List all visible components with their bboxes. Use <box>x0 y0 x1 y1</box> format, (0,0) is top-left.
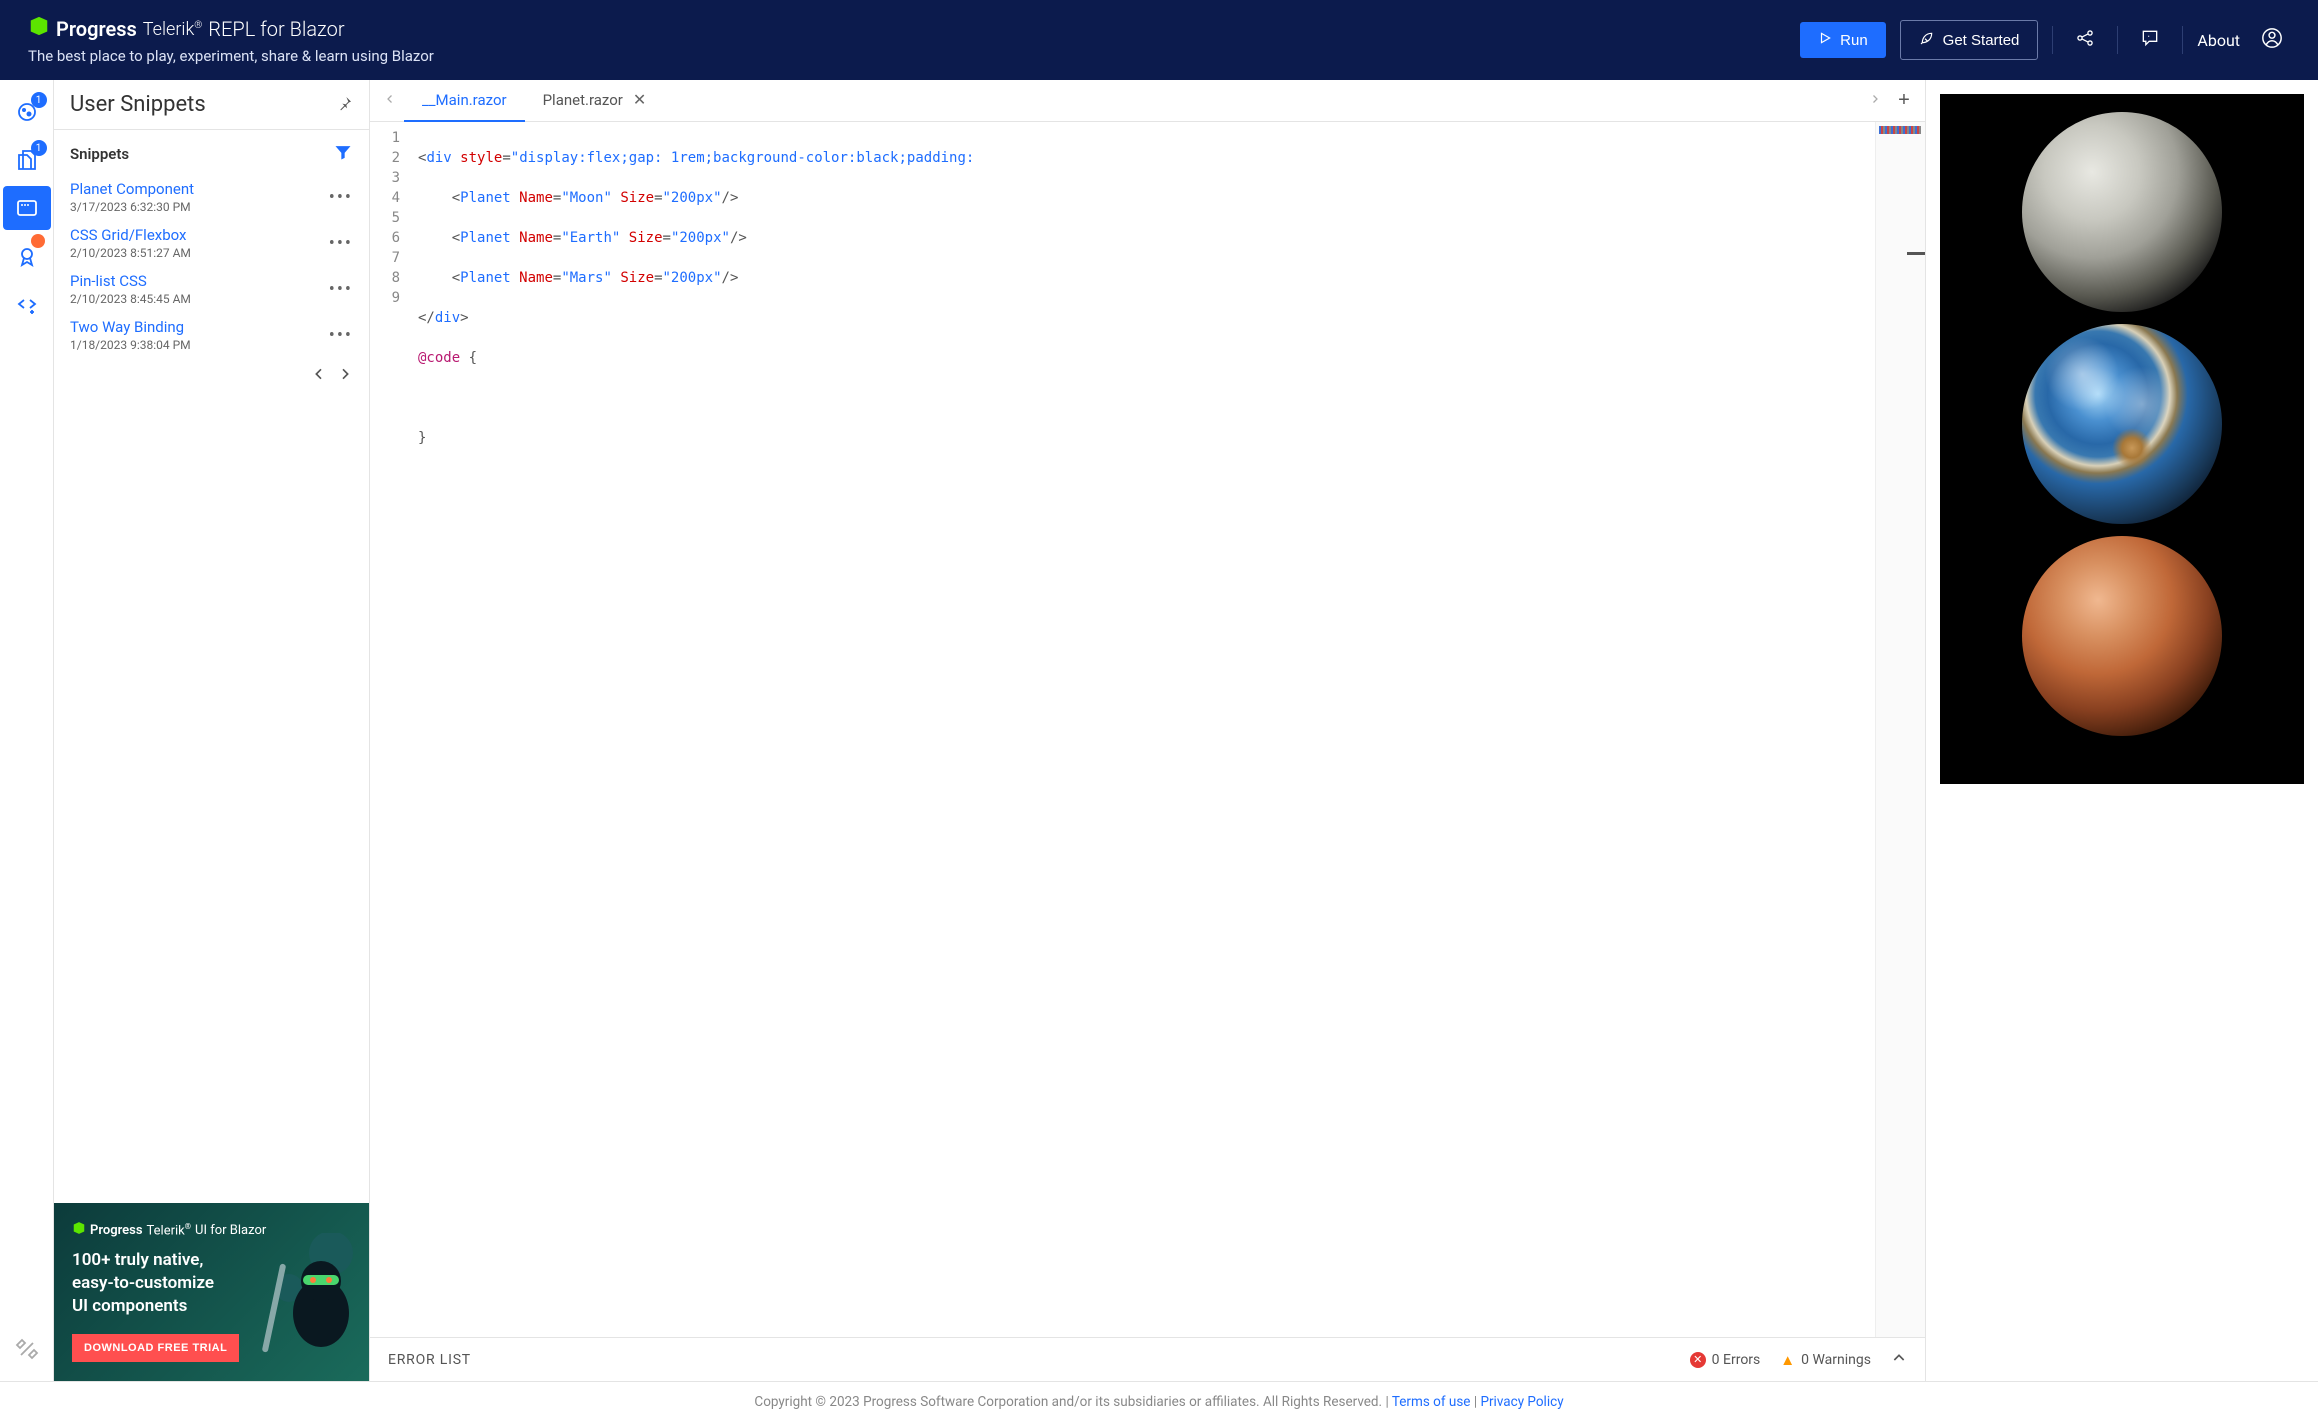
icon-rail: 1 1 <box>0 80 54 1381</box>
snippet-name: Pin-list CSS <box>70 272 191 290</box>
brand: Progress Telerik® REPL for Blazor The be… <box>28 15 1800 65</box>
snippet-item[interactable]: Two Way Binding 1/18/2023 9:38:04 PM ••• <box>54 312 369 358</box>
tab-scroll-right[interactable] <box>1861 87 1889 115</box>
user-icon <box>2261 27 2283 54</box>
user-button[interactable] <box>2254 22 2290 58</box>
snippet-name: Planet Component <box>70 180 194 198</box>
chevron-up-icon[interactable] <box>1891 1350 1907 1370</box>
rail-settings[interactable] <box>3 1327 51 1371</box>
badge: 1 <box>31 140 47 156</box>
snippet-list: Planet Component 3/17/2023 6:32:30 PM ••… <box>54 174 369 1203</box>
tagline: The best place to play, experiment, shar… <box>28 47 1800 65</box>
tab-scroll-left[interactable] <box>376 87 404 115</box>
copyright: Copyright © 2023 Progress Software Corpo… <box>754 1394 1391 1410</box>
notification-badge <box>31 234 45 248</box>
rocket-icon <box>1919 30 1935 50</box>
about-link[interactable]: About <box>2197 31 2240 50</box>
panel-subtitle: Snippets <box>70 145 129 163</box>
divider <box>2117 26 2118 54</box>
promo-banner: Progress Telerik® UI for Blazor 100+ tru… <box>54 1203 369 1381</box>
rail-achievements[interactable] <box>3 234 51 278</box>
close-icon[interactable]: ✕ <box>633 90 646 109</box>
terms-link[interactable]: Terms of use <box>1392 1394 1471 1410</box>
error-icon: ✕ <box>1690 1352 1706 1368</box>
minimap[interactable] <box>1875 122 1925 1337</box>
planet-earth <box>2022 324 2222 524</box>
planet-moon <box>2022 112 2222 312</box>
warning-icon: ▲ <box>1780 1351 1795 1369</box>
play-icon <box>1818 31 1832 49</box>
line-gutter: 1 2 3 4 5 6 7 8 9 <box>370 122 410 1337</box>
warnings-count[interactable]: ▲ 0 Warnings <box>1780 1351 1871 1369</box>
get-started-button[interactable]: Get Started <box>1900 20 2039 60</box>
feedback-icon <box>2140 28 2160 53</box>
snippet-name: CSS Grid/Flexbox <box>70 226 191 244</box>
more-icon[interactable]: ••• <box>329 325 353 346</box>
editor-area: __Main.razor Planet.razor ✕ + 1 2 3 4 <box>370 80 1926 1381</box>
footer: Copyright © 2023 Progress Software Corpo… <box>0 1381 2318 1422</box>
progress-logo-icon <box>28 15 50 43</box>
more-icon[interactable]: ••• <box>329 187 353 208</box>
rail-files[interactable]: 1 <box>3 138 51 182</box>
tab-planet-razor[interactable]: Planet.razor ✕ <box>525 80 665 122</box>
share-button[interactable] <box>2067 22 2103 58</box>
privacy-link[interactable]: Privacy Policy <box>1480 1394 1563 1410</box>
code-editor[interactable]: 1 2 3 4 5 6 7 8 9 <div style="display:fl… <box>370 122 1925 1337</box>
error-list-title: ERROR LIST <box>388 1352 1670 1368</box>
pager-prev[interactable] <box>311 366 327 387</box>
filter-icon[interactable] <box>333 142 353 166</box>
brand-suffix: REPL for Blazor <box>208 17 344 41</box>
rail-embed[interactable] <box>3 282 51 326</box>
snippet-date: 1/18/2023 9:38:04 PM <box>70 338 191 352</box>
preview-pane <box>1926 80 2318 1381</box>
ninja-illustration <box>251 1233 361 1373</box>
side-panel: User Snippets Snippets Planet Component … <box>54 80 370 1381</box>
snippet-date: 3/17/2023 6:32:30 PM <box>70 200 194 214</box>
preview-frame <box>1940 94 2304 784</box>
snippet-date: 2/10/2023 8:45:45 AM <box>70 292 191 306</box>
tab-main-razor[interactable]: __Main.razor <box>404 80 525 122</box>
more-icon[interactable]: ••• <box>329 279 353 300</box>
run-button[interactable]: Run <box>1800 22 1886 58</box>
tab-bar: __Main.razor Planet.razor ✕ + <box>370 80 1925 122</box>
fold-marker[interactable] <box>1907 252 1925 255</box>
divider <box>2052 26 2053 54</box>
feedback-button[interactable] <box>2132 22 2168 58</box>
brand-progress: Progress <box>56 17 137 41</box>
snippet-name: Two Way Binding <box>70 318 191 336</box>
progress-logo-icon <box>72 1221 86 1239</box>
add-tab-button[interactable]: + <box>1889 89 1919 112</box>
rail-nuget[interactable]: 1 <box>3 90 51 134</box>
errors-count[interactable]: ✕ 0 Errors <box>1690 1352 1761 1368</box>
download-trial-button[interactable]: DOWNLOAD FREE TRIAL <box>72 1334 239 1362</box>
pin-icon[interactable] <box>337 95 353 115</box>
code-content[interactable]: <div style="display:flex;gap: 1rem;backg… <box>410 122 1875 1337</box>
error-list-bar: ERROR LIST ✕ 0 Errors ▲ 0 Warnings <box>370 1337 1925 1381</box>
snippet-item[interactable]: CSS Grid/Flexbox 2/10/2023 8:51:27 AM ••… <box>54 220 369 266</box>
snippet-item[interactable]: Planet Component 3/17/2023 6:32:30 PM ••… <box>54 174 369 220</box>
panel-title: User Snippets <box>70 92 206 117</box>
badge: 1 <box>31 92 47 108</box>
brand-telerik: Telerik® <box>143 19 203 40</box>
planet-mars <box>2022 536 2222 736</box>
rail-snippets[interactable] <box>3 186 51 230</box>
header: Progress Telerik® REPL for Blazor The be… <box>0 0 2318 80</box>
share-icon <box>2075 28 2095 53</box>
pager-next[interactable] <box>337 366 353 387</box>
snippet-date: 2/10/2023 8:51:27 AM <box>70 246 191 260</box>
more-icon[interactable]: ••• <box>329 233 353 254</box>
divider <box>2182 26 2183 54</box>
snippet-item[interactable]: Pin-list CSS 2/10/2023 8:45:45 AM ••• <box>54 266 369 312</box>
